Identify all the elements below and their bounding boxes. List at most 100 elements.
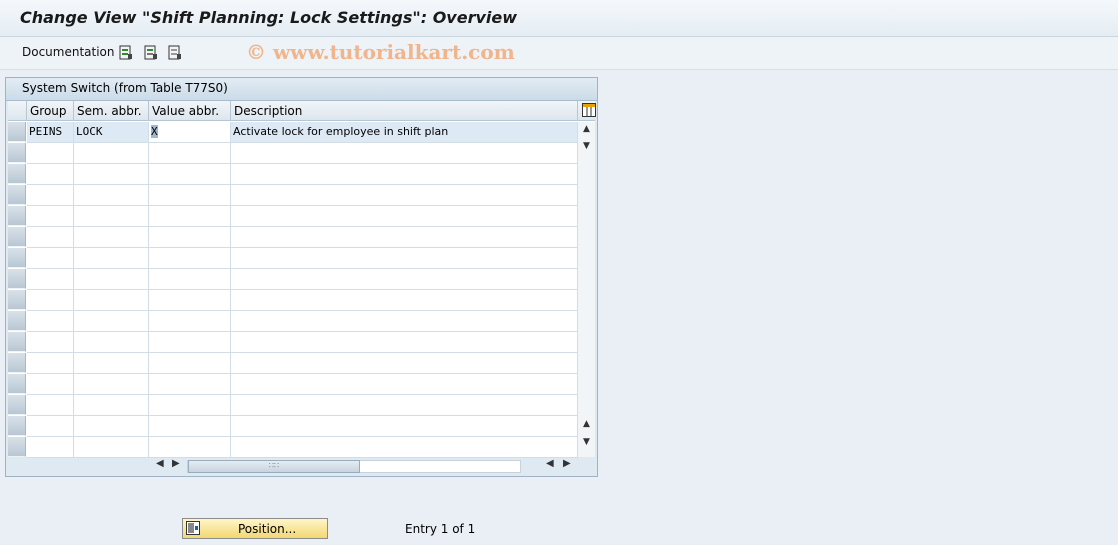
- empty-cell: [74, 374, 149, 395]
- empty-table-row[interactable]: [8, 269, 578, 290]
- empty-cell: [231, 353, 578, 374]
- row-selector[interactable]: [8, 248, 26, 268]
- empty-cell: [74, 227, 149, 248]
- empty-table-row[interactable]: [8, 206, 578, 227]
- table-settings-icon[interactable]: [582, 103, 596, 117]
- empty-table-row[interactable]: [8, 395, 578, 416]
- table-control: Group Sem. abbr. Value abbr. Description…: [8, 101, 596, 458]
- empty-cell: [74, 416, 149, 437]
- empty-cell: [74, 311, 149, 332]
- row-selector[interactable]: [8, 290, 26, 310]
- row-selector[interactable]: [8, 143, 26, 163]
- row-selector[interactable]: [8, 185, 26, 205]
- empty-cell: [27, 227, 74, 248]
- title-bar: Change View "Shift Planning: Lock Settin…: [0, 0, 1118, 37]
- documentation-button[interactable]: Documentation: [22, 45, 115, 59]
- empty-cell: [149, 437, 231, 458]
- row-selector[interactable]: [8, 437, 26, 457]
- empty-cell: [231, 206, 578, 227]
- empty-cell: [231, 164, 578, 185]
- empty-table-row[interactable]: [8, 164, 578, 185]
- row-selector[interactable]: [8, 227, 26, 247]
- empty-table-row[interactable]: [8, 227, 578, 248]
- scroll-left-end-icon[interactable]: ◀: [546, 458, 554, 469]
- empty-cell: [149, 185, 231, 206]
- empty-cell: [149, 353, 231, 374]
- select-all-rows-cell[interactable]: [8, 101, 27, 121]
- empty-cell: [27, 395, 74, 416]
- scroll-right-end-icon[interactable]: ▶: [563, 458, 571, 469]
- empty-table-row[interactable]: [8, 185, 578, 206]
- page-up-icon[interactable]: ▲: [578, 419, 595, 433]
- empty-table-row[interactable]: [8, 416, 578, 437]
- empty-table-row[interactable]: [8, 353, 578, 374]
- empty-cell: [74, 206, 149, 227]
- empty-cell: [74, 290, 149, 311]
- empty-cell: [74, 248, 149, 269]
- column-header-group[interactable]: Group: [27, 101, 74, 121]
- value-abbr-input[interactable]: X: [149, 122, 231, 143]
- horizontal-scrollbar[interactable]: ◀ ▶ ∷∷ ◀ ▶: [8, 458, 595, 473]
- row-selector[interactable]: [8, 332, 26, 352]
- row-selector[interactable]: [8, 164, 26, 184]
- scroll-thumb[interactable]: ∷∷: [188, 460, 360, 473]
- row-selector[interactable]: [8, 269, 26, 289]
- empty-cell: [27, 143, 74, 164]
- empty-cell: [27, 164, 74, 185]
- empty-cell: [231, 227, 578, 248]
- scroll-left-icon[interactable]: ◀: [156, 458, 164, 469]
- empty-cell: [74, 185, 149, 206]
- empty-cell: [74, 395, 149, 416]
- row-selector[interactable]: [8, 395, 26, 415]
- row-selector[interactable]: [8, 206, 26, 226]
- scroll-down-icon[interactable]: ▼: [578, 141, 595, 155]
- empty-cell: [74, 437, 149, 458]
- empty-cell: [27, 248, 74, 269]
- empty-cell: [74, 143, 149, 164]
- position-button[interactable]: Position...: [182, 518, 328, 539]
- scroll-up-icon[interactable]: ▲: [578, 124, 595, 138]
- sem-abbr-cell: LOCK: [74, 122, 149, 143]
- column-header-description[interactable]: Description: [231, 101, 578, 121]
- empty-cell: [74, 164, 149, 185]
- entry-counter: Entry 1 of 1: [405, 522, 476, 536]
- empty-cell: [27, 290, 74, 311]
- scroll-right-icon[interactable]: ▶: [172, 458, 180, 469]
- empty-table-row[interactable]: [8, 374, 578, 395]
- empty-cell: [231, 185, 578, 206]
- deselect-all-icon[interactable]: [168, 45, 182, 60]
- application-toolbar: Documentation: [0, 37, 1118, 70]
- empty-cell: [149, 374, 231, 395]
- empty-table-row[interactable]: [8, 248, 578, 269]
- empty-cell: [149, 395, 231, 416]
- empty-cell: [149, 227, 231, 248]
- row-selector[interactable]: [8, 122, 26, 142]
- page-down-icon[interactable]: ▼: [578, 437, 595, 451]
- row-selector[interactable]: [8, 374, 26, 394]
- select-block-icon[interactable]: [144, 45, 158, 60]
- empty-table-row[interactable]: [8, 332, 578, 353]
- row-selector[interactable]: [8, 311, 26, 331]
- empty-cell: [231, 290, 578, 311]
- empty-cell: [74, 332, 149, 353]
- vertical-scrollbar[interactable]: ▲ ▼ ▲ ▼: [578, 122, 595, 457]
- empty-cell: [231, 332, 578, 353]
- empty-cell: [149, 416, 231, 437]
- column-header-sem-abbr[interactable]: Sem. abbr.: [74, 101, 149, 121]
- row-selector[interactable]: [8, 416, 26, 436]
- empty-table-row[interactable]: [8, 143, 578, 164]
- empty-cell: [231, 437, 578, 458]
- empty-cell: [149, 248, 231, 269]
- empty-table-row[interactable]: [8, 437, 578, 458]
- empty-cell: [231, 269, 578, 290]
- empty-table-row[interactable]: [8, 311, 578, 332]
- row-selector[interactable]: [8, 353, 26, 373]
- page-title: Change View "Shift Planning: Lock Settin…: [20, 8, 518, 27]
- empty-cell: [231, 374, 578, 395]
- watermark: © www.tutorialkart.com: [246, 40, 515, 64]
- table-row[interactable]: PEINS LOCK X Activate lock for employee …: [8, 122, 578, 143]
- select-all-icon[interactable]: [119, 45, 133, 60]
- empty-cell: [231, 143, 578, 164]
- empty-table-row[interactable]: [8, 290, 578, 311]
- column-header-value-abbr[interactable]: Value abbr.: [149, 101, 231, 121]
